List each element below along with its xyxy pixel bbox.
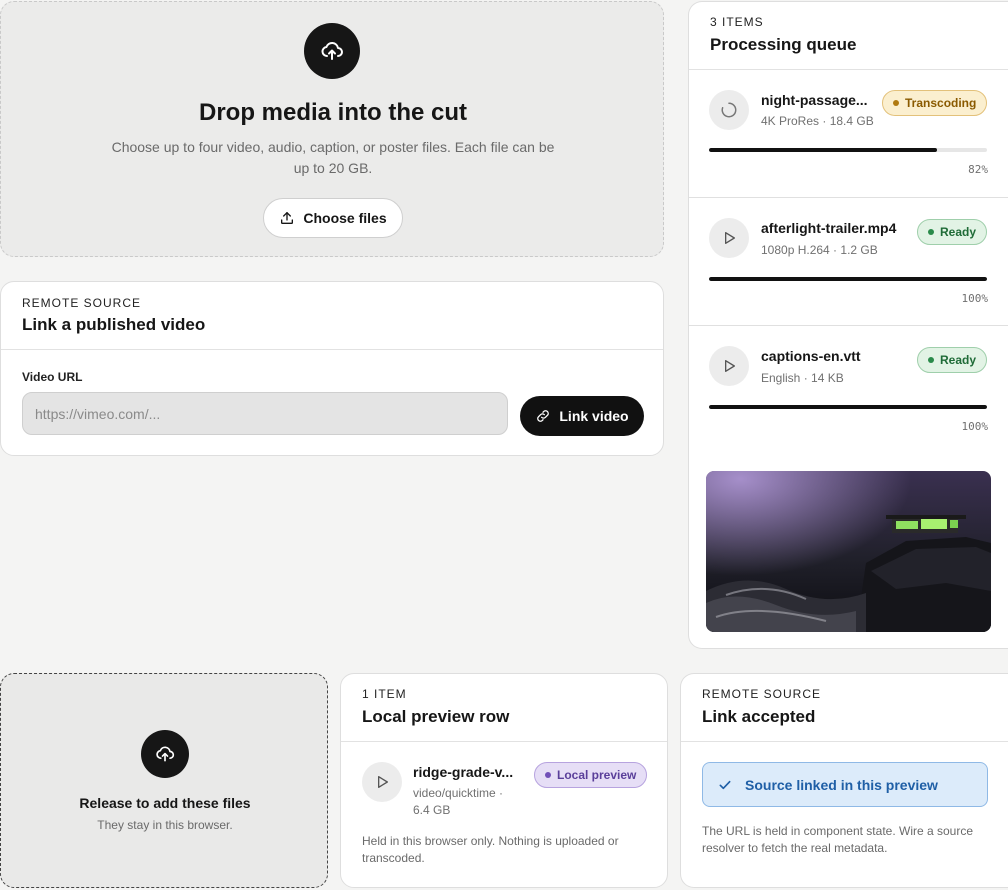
queue-title: Processing queue	[710, 35, 857, 54]
queue-item: captions-en.vtt English · 14 KB Ready 10…	[689, 326, 1008, 454]
remote-source-eyebrow: REMOTE SOURCE	[22, 296, 142, 310]
upload-icon	[281, 212, 294, 224]
status-badge: Local preview	[534, 762, 648, 788]
link-icon	[537, 410, 550, 422]
local-preview-note: Held in this browser only. Nothing is up…	[362, 834, 619, 865]
remote-source-title: Link a published video	[22, 315, 206, 334]
spinner-icon	[709, 90, 749, 130]
progress-bar	[709, 148, 987, 152]
play-icon[interactable]	[709, 346, 749, 386]
play-icon[interactable]	[362, 762, 402, 802]
upload-cloud-icon	[141, 730, 189, 778]
local-preview-title: Local preview row	[362, 707, 510, 726]
status-label: Ready	[940, 353, 977, 367]
progress-bar	[709, 277, 987, 281]
file-size: 6.4 GB	[413, 803, 451, 817]
status-badge: Ready	[917, 219, 988, 245]
progress-percent: 100%	[961, 420, 989, 433]
video-url-label: Video URL	[22, 370, 83, 384]
card-divider	[1, 349, 663, 350]
status-badge: Transcoding	[882, 90, 988, 116]
dropzone-description: Choose up to four video, audio, caption,…	[111, 139, 555, 176]
release-title: Release to add these files	[79, 795, 251, 811]
status-label: Ready	[940, 225, 977, 239]
progress-percent: 82%	[968, 163, 988, 176]
link-video-button[interactable]: Link video	[520, 396, 644, 436]
file-name: afterlight-trailer.mp4	[761, 220, 897, 236]
release-dropzone[interactable]: Release to add these files They stay in …	[0, 673, 328, 888]
status-badge: Ready	[917, 347, 988, 373]
link-accepted-card: REMOTE SOURCE Link accepted Source linke…	[680, 673, 1008, 888]
file-name: ridge-grade-v...	[413, 764, 514, 780]
queue-item: night-passage... 4K ProRes · 18.4 GB Tra…	[689, 70, 1008, 198]
release-subtitle: They stay in this browser.	[97, 818, 233, 832]
file-meta: 1080p H.264 · 1.2 GB	[761, 243, 878, 257]
video-url-placeholder: https://vimeo.com/...	[35, 405, 161, 422]
queue-item: afterlight-trailer.mp4 1080p H.264 · 1.2…	[689, 198, 1008, 326]
processing-queue-card: 3 ITEMS Processing queue night-passage..…	[688, 1, 1008, 649]
link-accepted-title: Link accepted	[702, 707, 816, 726]
check-icon	[719, 780, 731, 789]
card-divider	[341, 741, 667, 742]
media-dropzone[interactable]: Drop media into the cut Choose up to fou…	[0, 1, 664, 257]
source-linked-label: Source linked in this preview	[745, 776, 938, 793]
dropzone-title: Drop media into the cut	[198, 99, 467, 126]
link-accepted-eyebrow: REMOTE SOURCE	[702, 687, 822, 701]
file-meta: English · 14 KB	[761, 371, 844, 385]
progress-percent: 100%	[961, 292, 989, 305]
file-name: night-passage...	[761, 92, 868, 108]
status-label: Transcoding	[905, 96, 977, 110]
play-icon[interactable]	[709, 218, 749, 258]
remote-source-card: REMOTE SOURCE Link a published video Vid…	[0, 281, 664, 456]
choose-files-label: Choose files	[303, 210, 387, 226]
choose-files-button[interactable]: Choose files	[263, 198, 403, 238]
progress-bar	[709, 405, 987, 409]
poster-thumbnail	[706, 471, 991, 632]
status-label: Local preview	[557, 768, 637, 782]
local-preview-card: 1 ITEM Local preview row ridge-grade-v..…	[340, 673, 668, 888]
queue-eyebrow: 3 ITEMS	[710, 15, 764, 29]
link-accepted-note: The URL is held in component state. Wire…	[702, 824, 974, 855]
file-meta: video/quicktime ·	[413, 786, 504, 800]
source-linked-alert: Source linked in this preview	[702, 762, 988, 807]
video-url-input[interactable]: https://vimeo.com/...	[22, 392, 508, 435]
file-name: captions-en.vtt	[761, 348, 861, 364]
card-divider	[681, 741, 1008, 742]
link-video-label: Link video	[559, 408, 629, 424]
file-meta: 4K ProRes · 18.4 GB	[761, 114, 874, 128]
upload-cloud-icon	[304, 23, 360, 79]
local-preview-eyebrow: 1 ITEM	[362, 687, 407, 701]
